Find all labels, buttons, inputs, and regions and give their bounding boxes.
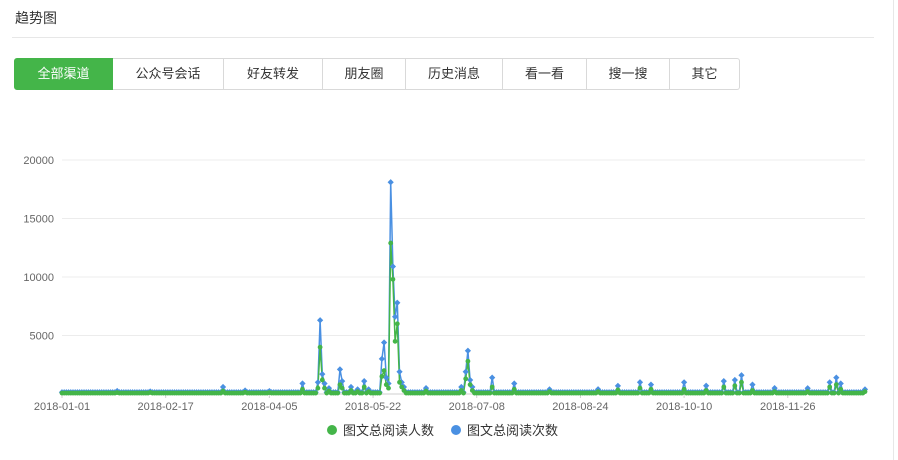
data-point-people xyxy=(317,344,323,350)
data-point-people xyxy=(831,390,837,396)
data-point-reads xyxy=(467,376,474,384)
data-point-reads xyxy=(826,379,833,386)
data-point-reads xyxy=(647,381,655,388)
legend-item-reads[interactable]: 图文总阅读次数 xyxy=(451,420,558,439)
data-point-reads xyxy=(464,347,472,354)
data-point-people xyxy=(721,384,727,390)
y-tick-label: 15000 xyxy=(23,214,54,226)
data-point-reads xyxy=(680,379,688,386)
data-point-reads xyxy=(833,374,840,381)
data-point-reads xyxy=(319,371,326,378)
y-tick-label: 5000 xyxy=(30,331,54,343)
data-point-people xyxy=(361,384,367,390)
x-tick-label: 2018-10-10 xyxy=(656,401,712,413)
x-tick-label: 2018-11-26 xyxy=(760,401,815,413)
data-point-people xyxy=(489,384,495,390)
data-point-reads xyxy=(703,382,710,389)
legend-dot-reads xyxy=(451,424,461,435)
data-point-people xyxy=(739,379,744,385)
legend-label-reads: 图文总阅读次数 xyxy=(467,423,559,438)
data-point-people xyxy=(388,240,394,246)
tab-look[interactable]: 看一看 xyxy=(503,58,587,90)
data-point-people xyxy=(719,390,725,396)
data-point-people xyxy=(390,276,396,282)
panel-title: 趋势图 xyxy=(15,10,57,26)
x-tick-label: 2018-08-24 xyxy=(552,401,608,413)
data-point-reads xyxy=(636,379,644,386)
data-point-people xyxy=(335,390,341,396)
tab-other[interactable]: 其它 xyxy=(670,58,740,90)
data-point-reads xyxy=(837,380,844,387)
data-point-people xyxy=(833,382,839,388)
data-point-people xyxy=(381,368,387,373)
tab-friend-share[interactable]: 好友转发 xyxy=(224,58,323,90)
data-point-people xyxy=(339,385,345,391)
x-tick-label: 2018-02-17 xyxy=(138,401,194,413)
data-point-reads xyxy=(462,368,469,375)
data-point-reads xyxy=(380,339,388,346)
trend-chart: 5000 10000 15000 20000 2018-01-01 2018-02-17 2… xyxy=(23,155,869,413)
tab-moments[interactable]: 朋友圈 xyxy=(323,58,406,90)
data-point-people xyxy=(487,390,493,396)
x-tick-label: 2018-05-22 xyxy=(345,401,401,413)
data-point-people xyxy=(732,383,738,389)
tab-all-channels[interactable]: 全部渠道 xyxy=(14,58,113,90)
tab-chat[interactable]: 公众号会话 xyxy=(113,58,224,90)
data-point-reads xyxy=(489,374,496,381)
data-point-reads xyxy=(396,368,403,375)
data-point-people xyxy=(319,377,325,383)
data-point-people xyxy=(465,358,471,364)
data-point-reads xyxy=(317,317,324,324)
data-point-people xyxy=(359,390,365,396)
data-point-people xyxy=(386,385,391,391)
data-point-reads xyxy=(738,372,745,379)
y-tick-label: 10000 xyxy=(23,272,54,284)
data-point-reads xyxy=(731,376,738,384)
data-point-people xyxy=(637,385,643,391)
series-line-people xyxy=(62,243,866,396)
data-point-reads xyxy=(378,355,385,362)
data-point-people xyxy=(827,384,833,390)
header-divider xyxy=(12,37,874,38)
legend-dot-people xyxy=(327,424,337,435)
x-tick-label: 2018-01-01 xyxy=(34,401,90,413)
data-point-people xyxy=(467,382,473,388)
data-point-people xyxy=(461,390,466,396)
data-point-people xyxy=(730,390,736,396)
data-point-people xyxy=(862,389,868,395)
series-line-reads xyxy=(62,182,866,396)
data-point-people xyxy=(315,385,321,391)
data-point-reads xyxy=(720,378,727,385)
data-point-people xyxy=(394,321,400,327)
tab-history[interactable]: 历史消息 xyxy=(406,58,503,90)
data-point-people xyxy=(635,390,641,396)
chart-legend: 图文总阅读人数 图文总阅读次数 xyxy=(0,420,898,439)
data-point-reads xyxy=(361,378,368,385)
data-point-people xyxy=(322,385,327,391)
legend-item-people[interactable]: 图文总阅读人数 xyxy=(327,420,434,439)
x-tick-label: 2018-04-05 xyxy=(241,401,297,413)
data-point-reads xyxy=(299,380,306,387)
data-point-people xyxy=(825,390,830,396)
legend-label-people: 图文总阅读人数 xyxy=(343,423,435,438)
data-point-people xyxy=(377,390,383,396)
data-point-people xyxy=(392,338,398,344)
data-point-reads xyxy=(387,179,394,186)
data-point-people xyxy=(736,390,742,396)
data-point-people xyxy=(313,390,319,396)
tab-search[interactable]: 搜一搜 xyxy=(587,58,670,90)
channel-tabs: 全部渠道 公众号会话 好友转发 朋友圈 历史消息 看一看 搜一搜 其它 xyxy=(14,58,740,90)
x-tick-label: 2018-07-08 xyxy=(449,401,505,413)
y-tick-label: 20000 xyxy=(23,155,54,167)
data-point-people xyxy=(463,376,469,382)
data-point-reads xyxy=(336,366,344,373)
data-point-people xyxy=(379,374,385,379)
data-point-reads xyxy=(511,380,518,387)
data-point-people xyxy=(397,379,402,385)
data-point-reads xyxy=(749,381,756,388)
